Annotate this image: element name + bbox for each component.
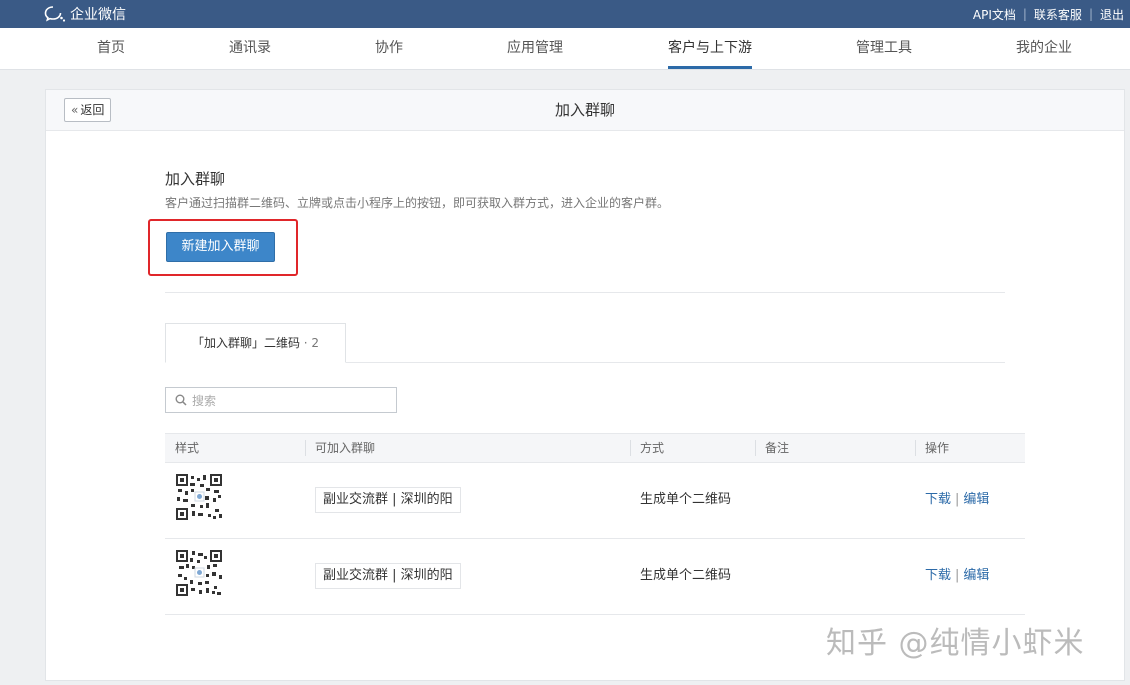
search-input[interactable] (190, 390, 394, 412)
download-link[interactable]: 下载 (925, 568, 951, 583)
brand-name: 企业微信 (70, 7, 126, 23)
nav-item-customers[interactable]: 客户与上下游 (668, 28, 752, 69)
table-row: 副业交流群 | 深圳的阳 生成单个二维码 下载 | 编辑 (165, 539, 1025, 615)
top-links: API文档 | 联系客服 | 退出 (973, 0, 1124, 28)
back-label: 返回 (80, 103, 105, 117)
group-name-tag: 副业交流群 | 深圳的阳 (315, 563, 461, 589)
table-header: 样式 可加入群聊 方式 备注 操作 (165, 433, 1025, 463)
search-box[interactable] (165, 387, 397, 413)
row-actions: 下载 | 编辑 (925, 539, 989, 613)
column-separator (630, 440, 631, 456)
method-text: 生成单个二维码 (640, 568, 732, 583)
tab-label: 「加入群聊」二维码 (191, 336, 300, 350)
new-join-group-button[interactable]: 新建加入群聊 (166, 232, 275, 262)
divider (165, 292, 1005, 293)
column-header-group: 可加入群聊 (315, 441, 376, 455)
main-nav: 首页 通讯录 协作 应用管理 客户与上下游 管理工具 我的企业 (0, 28, 1130, 70)
nav-item-home[interactable]: 首页 (97, 28, 125, 69)
qr-code-icon[interactable] (176, 550, 222, 596)
api-docs-link[interactable]: API文档 (973, 6, 1016, 23)
column-separator (755, 440, 756, 456)
nav-item-app-management[interactable]: 应用管理 (507, 28, 563, 69)
nav-item-collaboration[interactable]: 协作 (375, 28, 403, 69)
search-icon (175, 394, 187, 406)
brand-logo[interactable]: 企业微信 (44, 4, 126, 24)
separator: | (955, 492, 960, 507)
nav-item-contacts[interactable]: 通讯录 (229, 28, 271, 69)
column-header-method: 方式 (640, 441, 665, 455)
row-actions: 下载 | 编辑 (925, 463, 989, 537)
separator: | (955, 568, 960, 583)
group-name-tag: 副业交流群 | 深圳的阳 (315, 487, 461, 513)
column-header-style: 样式 (175, 441, 200, 455)
wecom-logo-icon (44, 6, 66, 22)
column-separator (915, 440, 916, 456)
separator: | (1022, 7, 1027, 21)
panel-header: 加入群聊 « 返回 (46, 90, 1124, 131)
contact-support-link[interactable]: 联系客服 (1034, 6, 1082, 23)
qrcode-table: 样式 可加入群聊 方式 备注 操作 副业交流群 | 深圳的阳 生成单个二维码 下… (165, 433, 1025, 615)
column-header-note: 备注 (765, 441, 790, 455)
edit-link[interactable]: 编辑 (963, 492, 989, 507)
double-chevron-left-icon: « (71, 103, 79, 117)
table-row: 副业交流群 | 深圳的阳 生成单个二维码 下载 | 编辑 (165, 463, 1025, 539)
method-text: 生成单个二维码 (640, 492, 732, 507)
top-bar: 企业微信 API文档 | 联系客服 | 退出 (0, 0, 1130, 28)
logout-link[interactable]: 退出 (1100, 6, 1124, 23)
section-description: 客户通过扫描群二维码、立牌或点击小程序上的按钮，即可获取入群方式，进入企业的客户… (165, 196, 670, 210)
tab-join-group-qrcode[interactable]: 「加入群聊」二维码 · 2 (165, 323, 346, 363)
separator: | (1088, 7, 1093, 21)
page-title: 加入群聊 (554, 101, 615, 119)
qr-code-icon[interactable] (176, 474, 222, 520)
download-link[interactable]: 下载 (925, 492, 951, 507)
column-separator (305, 440, 306, 456)
watermark: 知乎 @纯情小虾米 (826, 626, 1085, 661)
column-header-actions: 操作 (925, 441, 950, 455)
nav-item-management-tools[interactable]: 管理工具 (856, 28, 912, 69)
nav-item-my-enterprise[interactable]: 我的企业 (1016, 28, 1072, 69)
section-title: 加入群聊 (165, 170, 226, 188)
back-button[interactable]: « 返回 (64, 98, 112, 122)
tab-count: · 2 (303, 336, 320, 350)
content-panel: 加入群聊 « 返回 加入群聊 客户通过扫描群二维码、立牌或点击小程序上的按钮，即… (45, 89, 1125, 681)
edit-link[interactable]: 编辑 (963, 568, 989, 583)
